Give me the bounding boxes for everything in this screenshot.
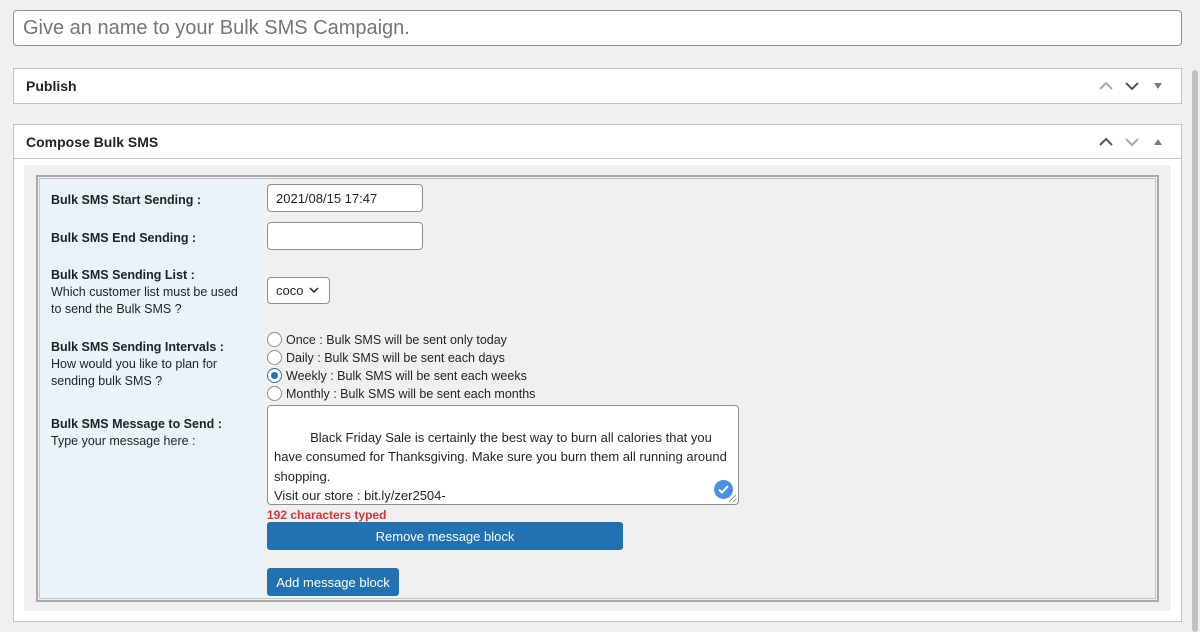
caret-down-icon[interactable] — [1145, 69, 1171, 103]
radio-weekly[interactable] — [267, 368, 282, 383]
sending-list-label: Bulk SMS Sending List : Which customer l… — [51, 268, 238, 316]
chevron-up-icon[interactable] — [1093, 69, 1119, 103]
interval-once-option[interactable]: Once : Bulk SMS will be sent only today — [267, 332, 507, 347]
radio-daily[interactable] — [267, 350, 282, 365]
compose-box-title[interactable]: Compose Bulk SMS — [14, 125, 1181, 159]
sending-list-value: coco — [276, 283, 304, 298]
publish-box-title[interactable]: Publish — [14, 69, 1181, 103]
interval-weekly-option[interactable]: Weekly : Bulk SMS will be sent each week… — [267, 368, 527, 383]
campaign-name-input[interactable] — [13, 10, 1182, 46]
chevron-down-icon[interactable] — [1119, 125, 1145, 159]
scrollbar[interactable] — [1190, 70, 1200, 632]
start-sending-field[interactable] — [267, 184, 423, 212]
message-label: Bulk SMS Message to Send : Type your mes… — [51, 417, 222, 448]
resize-grip-icon[interactable] — [728, 494, 737, 503]
compose-inside: Bulk SMS Start Sending : Bulk SMS End Se… — [24, 165, 1171, 611]
character-count: 192 characters typed — [267, 508, 387, 522]
end-sending-field[interactable] — [267, 222, 423, 250]
publish-box: Publish — [13, 68, 1182, 104]
compose-form: Bulk SMS Start Sending : Bulk SMS End Se… — [36, 175, 1159, 602]
start-sending-label: Bulk SMS Start Sending : — [51, 193, 202, 207]
chevron-down-icon[interactable] — [1119, 69, 1145, 103]
radio-once[interactable] — [267, 332, 282, 347]
interval-monthly-option[interactable]: Monthly : Bulk SMS will be sent each mon… — [267, 386, 535, 401]
intervals-label: Bulk SMS Sending Intervals : How would y… — [51, 340, 224, 388]
sending-list-select[interactable]: coco — [267, 277, 330, 304]
compose-box: Compose Bulk SMS Bulk SMS Start Sending … — [13, 124, 1182, 622]
interval-daily-option[interactable]: Daily : Bulk SMS will be sent each days — [267, 350, 505, 365]
chevron-down-icon — [309, 287, 319, 294]
radio-monthly[interactable] — [267, 386, 282, 401]
chevron-up-icon[interactable] — [1093, 125, 1119, 159]
remove-message-block-button[interactable]: Remove message block — [267, 522, 623, 550]
end-sending-label: Bulk SMS End Sending : — [51, 231, 197, 245]
add-message-block-button[interactable]: Add message block — [267, 568, 399, 596]
caret-up-icon[interactable] — [1145, 125, 1171, 159]
scrollbar-thumb[interactable] — [1192, 70, 1198, 632]
message-textarea[interactable]: Black Friday Sale is certainly the best … — [267, 405, 739, 505]
